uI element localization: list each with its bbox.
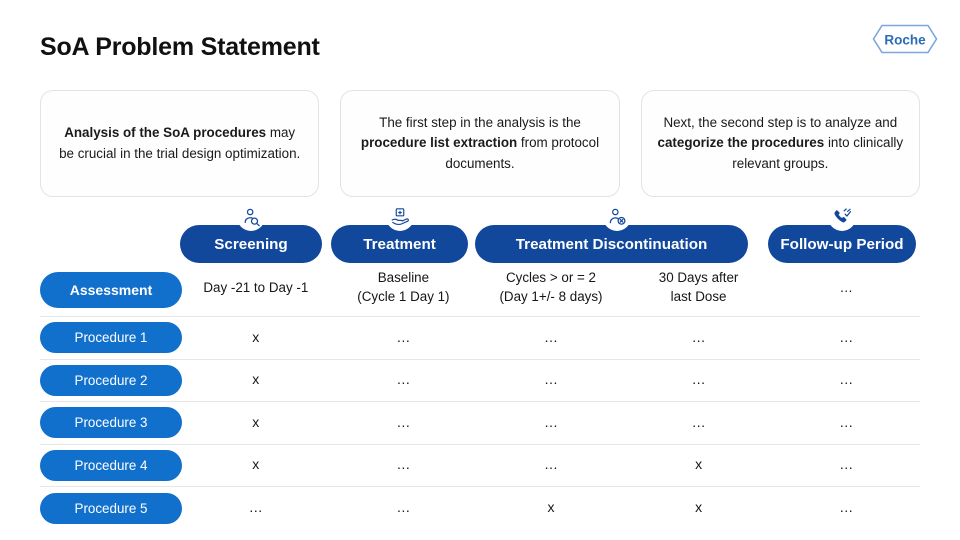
row-pill-procedure-3-label: Procedure 3	[74, 415, 148, 431]
cell-r0-c3: …	[624, 316, 773, 360]
person-search-icon	[237, 203, 265, 231]
roche-logo: Roche	[872, 24, 938, 54]
column-header-3: 30 Days after last Dose	[658, 270, 739, 305]
row-header-cell: Procedure 2	[40, 358, 182, 402]
soa-matrix-table: Assessment Day -21 to Day -1 Baseline (Cy…	[40, 264, 920, 530]
soa-matrix: Assessment Day -21 to Day -1 Baseline (Cy…	[40, 264, 920, 530]
follow-up-call-icon	[828, 203, 856, 231]
cell-r2-c1: …	[329, 401, 478, 445]
row-header-cell: Procedure 4	[40, 443, 182, 487]
cell-r2-c4: …	[772, 401, 920, 445]
cell-r3-c1: …	[329, 443, 478, 487]
cell-r4-c1: …	[329, 486, 478, 530]
cell-r4-c0: …	[182, 486, 330, 530]
info-card-step-one-text: The first step in the analysis is the pr…	[360, 114, 600, 171]
cell-r1-c0: x	[182, 358, 330, 402]
row-header-cell: Procedure 1	[40, 316, 182, 360]
cell-r0-c4: …	[772, 316, 920, 360]
cell-r3-c4: …	[772, 443, 920, 487]
row-pill-assessment[interactable]: Assessment	[40, 272, 182, 309]
phase-pill-treatment-discontinuation[interactable]: Treatment Discontinuation	[475, 225, 748, 263]
row-pill-procedure-5[interactable]: Procedure 5	[40, 492, 182, 524]
row-pill-procedure-4[interactable]: Procedure 4	[40, 449, 182, 481]
cell-r4-c3: x	[624, 486, 773, 530]
phase-header-row: Screening Treatment Treatment Discontinu…	[0, 203, 960, 263]
cell-r3-c3: x	[624, 443, 773, 487]
cell-r0-c1: …	[329, 316, 478, 360]
roche-logo-hexagon: Roche	[872, 24, 938, 54]
info-card-step-two-text: Next, the second step is to analyze and …	[657, 114, 904, 171]
row-pill-procedure-2-label: Procedure 2	[74, 372, 148, 388]
row-pill-procedure-1[interactable]: Procedure 1	[40, 322, 182, 354]
column-header-0: Day -21 to Day -1	[203, 279, 309, 295]
assessment-header-cell: Assessment	[40, 264, 182, 317]
row-pill-procedure-3[interactable]: Procedure 3	[40, 407, 182, 439]
cell-r0-c0: x	[182, 316, 330, 360]
cell-r3-c0: x	[182, 443, 330, 487]
column-header-1: Baseline (Cycle 1 Day 1)	[357, 270, 450, 305]
phase-pill-treatment-label: Treatment	[363, 235, 436, 253]
row-pill-procedure-4-label: Procedure 4	[74, 457, 148, 473]
soa-matrix-body: Assessment Day -21 to Day -1 Baseline (Cy…	[40, 264, 920, 530]
cell-r0-c2: …	[477, 316, 625, 360]
row-pill-assessment-label: Assessment	[69, 282, 153, 299]
column-header-2: Cycles > or = 2 (Day 1+/- 8 days)	[499, 270, 603, 305]
table-row: Procedure 5 … … x x …	[40, 486, 920, 530]
person-remove-icon	[603, 203, 631, 231]
cell-r1-c4: …	[772, 358, 920, 402]
page-title: SoA Problem Statement	[40, 33, 320, 61]
row-pill-procedure-5-label: Procedure 5	[74, 500, 148, 516]
info-card-row: Analysis of the SoA procedures may be cr…	[40, 90, 920, 197]
row-pill-procedure-1-label: Procedure 1	[74, 330, 148, 346]
cell-r3-c2: …	[477, 443, 625, 487]
cell-r2-c2: …	[477, 401, 625, 445]
cell-r4-c4: …	[772, 486, 920, 530]
table-row: Procedure 3 x … … … …	[40, 401, 920, 445]
info-card-step-one: The first step in the analysis is the pr…	[340, 90, 620, 197]
column-header-4: …	[839, 279, 853, 295]
table-row: Procedure 4 x … … x …	[40, 443, 920, 487]
cell-r4-c2: x	[477, 486, 625, 530]
cell-r1-c2: …	[477, 358, 625, 402]
table-row: Procedure 2 x … … … …	[40, 358, 920, 402]
cell-r1-c1: …	[329, 358, 478, 402]
table-row: Procedure 1 x … … … …	[40, 316, 920, 360]
row-header-cell: Procedure 5	[40, 486, 182, 530]
roche-logo-text: Roche	[884, 33, 926, 48]
info-card-step-two: Next, the second step is to analyze and …	[640, 90, 920, 197]
cell-r2-c0: x	[182, 401, 330, 445]
row-pill-procedure-2[interactable]: Procedure 2	[40, 364, 182, 396]
cell-r1-c3: …	[624, 358, 773, 402]
info-card-analysis: Analysis of the SoA procedures may be cr…	[40, 90, 320, 197]
row-header-cell: Procedure 3	[40, 401, 182, 445]
table-header-row: Assessment Day -21 to Day -1 Baseline (Cy…	[40, 264, 920, 317]
cell-r2-c3: …	[624, 401, 773, 445]
hand-medicine-icon	[386, 203, 414, 231]
phase-pill-follow-up-period-label: Follow-up Period	[780, 235, 904, 253]
info-card-analysis-text: Analysis of the SoA procedures may be cr…	[59, 125, 301, 161]
phase-pill-treatment-discontinuation-label: Treatment Discontinuation	[515, 235, 708, 253]
phase-pill-screening-label: Screening	[214, 235, 288, 253]
